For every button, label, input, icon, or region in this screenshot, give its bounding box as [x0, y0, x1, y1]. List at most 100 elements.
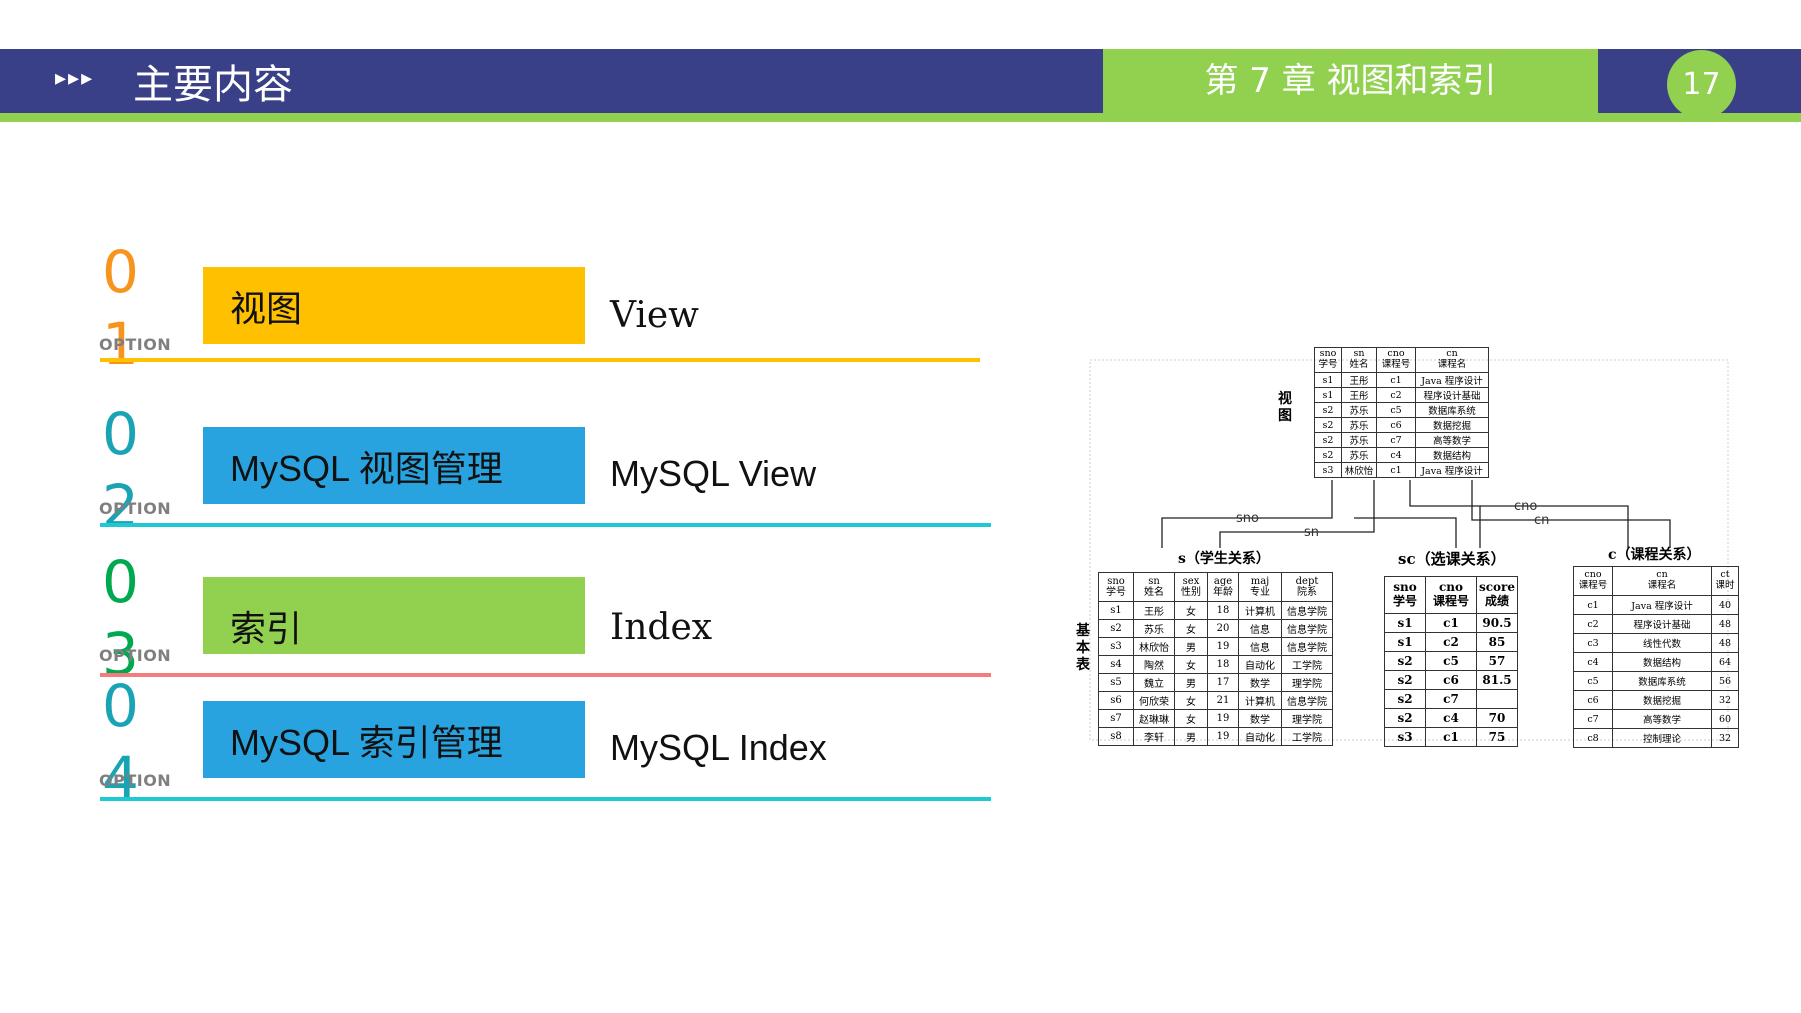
view_table-header-cell: cn 课程名 [1415, 347, 1489, 373]
table-cell: s2 [1384, 689, 1426, 709]
item-box-4[interactable]: MySQL 索引管理 [203, 701, 585, 778]
table-row: s3 林欣怡 c1 Java 程序设计 [1314, 462, 1489, 478]
view-diagram: sno sn cno cn 视图 基本表 sno 学号 sn 姓名 cno 课程号 cn 课程… [1060, 340, 1740, 760]
c_table-header-cell: cn 课程名 [1612, 566, 1712, 596]
table-cell: c1 [1573, 595, 1613, 615]
table-row: c4 数据结构 64 [1573, 652, 1739, 672]
page-number: 17 [1667, 50, 1736, 119]
table-cell: s3 [1314, 462, 1342, 478]
table-cell: 理学院 [1281, 709, 1333, 728]
table-cell: 18 [1207, 601, 1239, 620]
table-row: s1 王彤 c1 Java 程序设计 [1314, 372, 1489, 388]
table-row: c7 高等数学 60 [1573, 709, 1739, 729]
table-row: c6 数据挖掘 32 [1573, 690, 1739, 710]
table-cell: 何欣荣 [1133, 691, 1175, 710]
table-cell: 40 [1711, 595, 1739, 615]
table-row: s2 c5 57 [1384, 651, 1518, 671]
table-cell: 王彤 [1341, 372, 1377, 388]
s_table-header-cell: maj 专业 [1238, 572, 1282, 602]
table-cell: 21 [1207, 691, 1239, 710]
table-cell: 自动化 [1238, 727, 1282, 746]
cn-connector [1471, 480, 1671, 548]
table-cell: 32 [1711, 690, 1739, 710]
table-cell: c2 [1573, 614, 1613, 634]
table-cell: s8 [1098, 727, 1134, 746]
table-cell: 女 [1174, 601, 1208, 620]
cno-sc-connector [1409, 480, 1481, 548]
table-cell: 高等数学 [1415, 432, 1489, 448]
table-row: c5 数据库系统 56 [1573, 671, 1739, 691]
item-number-2: 02 [102, 400, 139, 540]
table-cell: 数学 [1238, 673, 1282, 692]
table-cell: s2 [1384, 708, 1426, 728]
header-underline [0, 113, 1801, 122]
table-cell: s2 [1384, 651, 1426, 671]
table-cell: s6 [1098, 691, 1134, 710]
table-cell: 48 [1711, 614, 1739, 634]
table-cell: 控制理论 [1612, 728, 1712, 748]
table-cell: Java 程序设计 [1415, 462, 1489, 478]
table-cell: 林欣怡 [1133, 637, 1175, 656]
table-cell: 17 [1207, 673, 1239, 692]
table-cell: 林欣怡 [1341, 462, 1377, 478]
table-row: s5 魏立男 17 数学 理学院 [1098, 673, 1333, 692]
table-row: s2 苏乐 c6 数据挖掘 [1314, 417, 1489, 433]
table-cell: 90.5 [1476, 613, 1518, 633]
table-cell: 魏立 [1133, 673, 1175, 692]
table-row: s3 c1 75 [1384, 727, 1518, 747]
table-cell: s2 [1314, 432, 1342, 448]
c_table-header-cell: cno 课程号 [1573, 566, 1613, 596]
s_table-header-cell: dept 院系 [1281, 572, 1333, 602]
table-cell: c4 [1425, 708, 1477, 728]
table-cell: 19 [1207, 709, 1239, 728]
table-cell: c3 [1573, 633, 1613, 653]
table-cell: 信息 [1238, 619, 1282, 638]
chapter-title: 第 7 章 视图和索引 [1204, 61, 1497, 101]
table-cell: 信息 [1238, 637, 1282, 656]
cno-c-connector [1480, 505, 1629, 548]
table-cell: 32 [1711, 728, 1739, 748]
item-label-1: 视图 [230, 289, 303, 330]
table-cell: 信息学院 [1281, 619, 1333, 638]
table-row: s2 c7 [1384, 689, 1518, 709]
table-cell: 苏乐 [1341, 447, 1377, 463]
table-cell: c5 [1376, 402, 1416, 418]
sc_table-header-cell: score 成绩 [1476, 576, 1518, 614]
table-cell: c1 [1425, 727, 1477, 747]
table-cell [1476, 689, 1518, 709]
table-cell: c7 [1573, 709, 1613, 729]
item-english-2: MySQL View [610, 453, 817, 494]
table-cell: c4 [1573, 652, 1613, 672]
view_table-header-cell: sn 姓名 [1341, 347, 1377, 373]
table-cell: 60 [1711, 709, 1739, 729]
table-cell: c8 [1573, 728, 1613, 748]
table-cell: c6 [1573, 690, 1613, 710]
table-cell: 75 [1476, 727, 1518, 747]
table-cell: 赵琳琳 [1133, 709, 1175, 728]
option-label-3: OPTION [99, 646, 172, 665]
option-label-1: OPTION [99, 335, 172, 354]
c_table-header-cell: ct 课时 [1711, 566, 1739, 596]
view_table-header-cell: cno 课程号 [1376, 347, 1416, 373]
table-cell: 信息学院 [1281, 601, 1333, 620]
item-number-3: 03 [102, 548, 139, 688]
item-box-2[interactable]: MySQL 视图管理 [203, 427, 585, 504]
table-cell: s2 [1098, 619, 1134, 638]
table-cell: 王彤 [1341, 387, 1377, 403]
table-row: s2 苏乐 c5 数据库系统 [1314, 402, 1489, 418]
table-cell: s2 [1314, 417, 1342, 433]
item-box-1[interactable]: 视图 [203, 267, 585, 344]
table-row: s2 c6 81.5 [1384, 670, 1518, 690]
table-cell: 自动化 [1238, 655, 1282, 674]
item-underline-3 [100, 673, 991, 677]
base-side-label: 基本表 [1076, 623, 1090, 673]
table-cell: 苏乐 [1341, 417, 1377, 433]
table-cell: 19 [1207, 727, 1239, 746]
s_table-header-cell: sn 姓名 [1133, 572, 1175, 602]
item-box-3[interactable]: 索引 [203, 577, 585, 654]
table-row: s1 王彤女 18 计算机 信息学院 [1098, 601, 1333, 620]
table-cell: 85 [1476, 632, 1518, 652]
table-cell: 男 [1174, 727, 1208, 746]
sc_table-header-cell: cno 课程号 [1425, 576, 1477, 614]
view_table-header-cell: sno 学号 [1314, 347, 1342, 373]
